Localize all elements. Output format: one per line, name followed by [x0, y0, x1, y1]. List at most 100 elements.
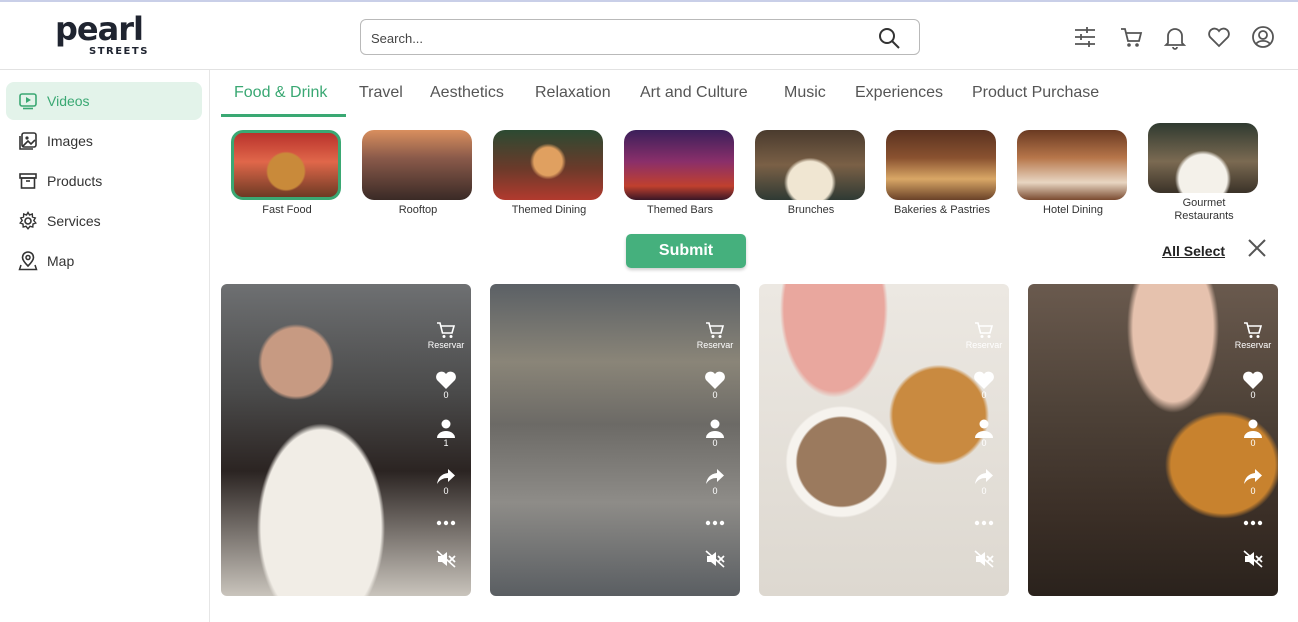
subcategory-rooftop[interactable]: Rooftop: [362, 122, 474, 232]
share-button[interactable]: 0: [692, 468, 738, 496]
thumbnail-image: [1148, 123, 1258, 193]
thumbnail-image: [755, 130, 865, 200]
share-button[interactable]: 0: [423, 468, 469, 496]
reserve-button[interactable]: Reservar: [692, 320, 738, 350]
follow-count: 0: [1250, 438, 1256, 448]
subcategory-label: Themed Bars: [646, 204, 714, 216]
mute-icon[interactable]: [1230, 550, 1276, 568]
subcategory-label: Fast Food: [262, 204, 312, 216]
more-options-icon[interactable]: [423, 520, 469, 526]
box-icon: [18, 171, 38, 191]
like-button[interactable]: 0: [692, 370, 738, 400]
thumbnail-image: [1017, 130, 1127, 200]
like-button[interactable]: 0: [423, 370, 469, 400]
sidebar-item-services[interactable]: Services: [6, 202, 202, 240]
search-bar: [360, 19, 920, 55]
share-count: 0: [443, 486, 449, 496]
sidebar-item-videos[interactable]: Videos: [6, 82, 202, 120]
tab-music[interactable]: Music: [784, 84, 826, 102]
like-button[interactable]: 0: [961, 370, 1007, 400]
search-input[interactable]: [371, 28, 851, 48]
heart-icon[interactable]: [1206, 24, 1232, 50]
follow-button[interactable]: 0: [961, 418, 1007, 448]
subcategory-fast-food[interactable]: Fast Food: [231, 122, 343, 232]
like-button[interactable]: 0: [1230, 370, 1276, 400]
like-count: 0: [443, 390, 449, 400]
follow-count: 0: [712, 438, 718, 448]
gear-icon: [18, 211, 38, 231]
all-select-link[interactable]: All Select: [1162, 243, 1225, 259]
subcategory-gourmet-restaurants[interactable]: Gourmet Restaurants: [1148, 115, 1260, 225]
subcategory-themed-dining[interactable]: Themed Dining: [493, 122, 605, 232]
subcategory-list: Fast Food Rooftop Themed Dining Themed B…: [220, 122, 1280, 232]
like-count: 0: [981, 390, 987, 400]
subcategory-brunches[interactable]: Brunches: [755, 122, 867, 232]
follow-button[interactable]: 0: [692, 418, 738, 448]
tab-relaxation[interactable]: Relaxation: [535, 84, 611, 102]
more-options-icon[interactable]: [961, 520, 1007, 526]
more-options-icon[interactable]: [692, 520, 738, 526]
subcategory-label: Brunches: [787, 204, 835, 216]
mute-icon[interactable]: [961, 550, 1007, 568]
heart-icon: [974, 371, 994, 389]
sidebar: Videos Images Products Services Map: [0, 70, 210, 622]
heart-icon: [436, 371, 456, 389]
reserve-label: Reservar: [1234, 340, 1272, 350]
video-card[interactable]: Reservar 0 0 0: [490, 284, 740, 596]
tab-art-and-culture[interactable]: Art and Culture: [640, 84, 748, 102]
tab-travel[interactable]: Travel: [359, 84, 403, 102]
sidebar-item-label: Services: [47, 213, 101, 229]
video-card[interactable]: Reservar 0 0 0: [759, 284, 1009, 596]
share-icon: [706, 469, 724, 484]
search-icon[interactable]: [877, 26, 901, 50]
follow-button[interactable]: 0: [1230, 418, 1276, 448]
person-icon: [975, 419, 993, 438]
share-icon: [437, 469, 455, 484]
person-icon: [706, 419, 724, 438]
thumbnail-image: [362, 130, 472, 200]
image-icon: [18, 131, 38, 151]
subcategory-bakeries-pastries[interactable]: Bakeries & Pastries: [886, 122, 998, 232]
submit-button[interactable]: Submit: [626, 234, 746, 268]
video-card[interactable]: Reservar 0 0 0: [1028, 284, 1278, 596]
like-count: 0: [1250, 390, 1256, 400]
video-card[interactable]: Reservar 0 1 0: [221, 284, 471, 596]
tab-product-purchase[interactable]: Product Purchase: [972, 84, 1099, 102]
subcategory-label: Hotel Dining: [1043, 204, 1103, 216]
more-options-icon[interactable]: [1230, 520, 1276, 526]
video-action-column: Reservar 0 0 0: [1230, 284, 1276, 596]
share-icon: [1244, 469, 1262, 484]
follow-count: 1: [443, 438, 449, 448]
filter-icon[interactable]: [1072, 24, 1098, 50]
sidebar-item-products[interactable]: Products: [6, 162, 202, 200]
sidebar-item-images[interactable]: Images: [6, 122, 202, 160]
share-count: 0: [1250, 486, 1256, 496]
sidebar-item-label: Products: [47, 173, 103, 189]
active-tab-indicator: [221, 114, 346, 117]
share-button[interactable]: 0: [961, 468, 1007, 496]
thumbnail-image: [886, 130, 996, 200]
mute-icon[interactable]: [423, 550, 469, 568]
subcategory-hotel-dining[interactable]: Hotel Dining: [1017, 122, 1129, 232]
bell-icon[interactable]: [1162, 24, 1188, 50]
thumbnail-image: [493, 130, 603, 200]
follow-button[interactable]: 1: [423, 418, 469, 448]
tab-experiences[interactable]: Experiences: [855, 84, 943, 102]
mute-icon[interactable]: [692, 550, 738, 568]
pearl-streets-logo[interactable]: pearl STREETS: [55, 10, 155, 60]
tab-aesthetics[interactable]: Aesthetics: [430, 84, 504, 102]
cart-icon[interactable]: [1118, 24, 1144, 50]
subcategory-themed-bars[interactable]: Themed Bars: [624, 122, 736, 232]
reserve-button[interactable]: Reservar: [961, 320, 1007, 350]
share-button[interactable]: 0: [1230, 468, 1276, 496]
reserve-button[interactable]: Reservar: [1230, 320, 1276, 350]
tab-food-drink[interactable]: Food & Drink: [234, 84, 327, 102]
reserve-label: Reservar: [427, 340, 465, 350]
reserve-button[interactable]: Reservar: [423, 320, 469, 350]
category-tabs: Food & Drink Travel Aesthetics Relaxatio…: [220, 78, 1290, 117]
sidebar-item-map[interactable]: Map: [6, 242, 202, 280]
cart-icon: [975, 322, 994, 338]
user-circle-icon[interactable]: [1250, 24, 1276, 50]
heart-icon: [1243, 371, 1263, 389]
close-icon[interactable]: [1246, 237, 1268, 259]
